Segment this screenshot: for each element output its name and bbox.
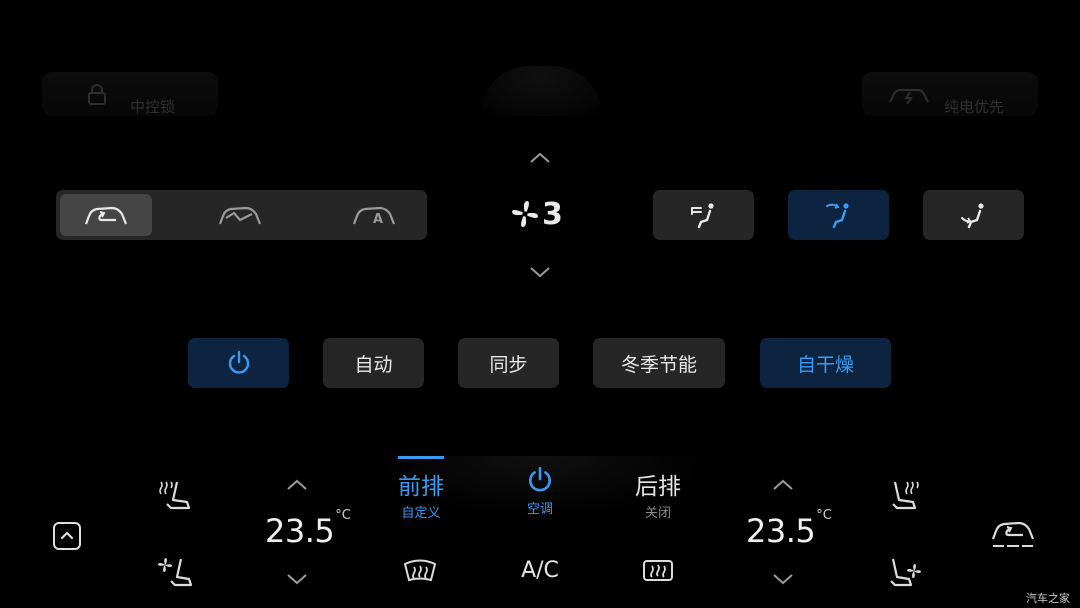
recirculation-icon: [84, 204, 128, 226]
car-preview-shadow: [480, 66, 602, 116]
recirculation-button[interactable]: [60, 194, 152, 236]
chevron-down-icon: [286, 573, 308, 585]
left-temperature-display: 23.5°C: [265, 508, 365, 552]
lock-icon: [86, 84, 108, 106]
tab-air-conditioner-sub: 空调: [526, 502, 553, 517]
fresh-air-icon: [218, 204, 262, 226]
quick-recirculation-button[interactable]: [990, 516, 1036, 550]
right-temp-up-button[interactable]: [768, 474, 798, 496]
left-temperature-value: 23.5: [265, 512, 335, 550]
svg-text:A: A: [373, 212, 383, 226]
seat-ventilation-icon: [157, 555, 193, 589]
front-defrost-icon: [402, 558, 438, 584]
chevron-up-icon: [772, 479, 794, 491]
power-icon: [226, 350, 252, 376]
chevron-down-icon: [772, 573, 794, 585]
ev-car-icon: [888, 84, 930, 106]
rear-defrost-button[interactable]: [638, 556, 678, 586]
front-defrost-button[interactable]: [400, 556, 440, 586]
tab-front-row[interactable]: 前排 自定义: [393, 456, 449, 521]
seat-ventilation-icon: [887, 555, 923, 589]
circulation-mode-selector: A: [56, 190, 427, 240]
ev-priority-label: 纯电优先: [944, 98, 1005, 116]
winter-eco-button[interactable]: 冬季节能: [593, 338, 725, 388]
face-airflow-icon: [689, 200, 719, 230]
right-temperature-value: 23.5: [746, 512, 816, 550]
ev-priority-shortcut: 纯电优先: [862, 72, 1038, 116]
expand-panel-button[interactable]: [52, 521, 82, 551]
left-temperature-unit: °C: [335, 508, 351, 523]
tab-front-row-sub: 自定义: [401, 506, 441, 521]
right-seat-heat-button[interactable]: [885, 476, 925, 514]
tab-rear-row-label: 后排: [635, 474, 681, 500]
feet-airflow-button[interactable]: [923, 190, 1024, 240]
right-temp-down-button[interactable]: [768, 568, 798, 590]
tab-air-conditioner[interactable]: 空调: [515, 466, 565, 518]
auto-circulation-icon: A: [352, 204, 396, 226]
recirculation-icon: [990, 517, 1036, 549]
right-seat-vent-button[interactable]: [885, 553, 925, 591]
fan-speed-display: 3: [510, 196, 570, 232]
left-seat-vent-button[interactable]: [155, 553, 195, 591]
sync-button[interactable]: 同步: [458, 338, 559, 388]
central-lock-shortcut: 中控锁: [42, 72, 218, 116]
seat-heat-icon: [887, 478, 923, 512]
fan-down-button[interactable]: [525, 260, 555, 284]
chevron-up-box-icon: [52, 521, 82, 551]
face-feet-airflow-button[interactable]: [788, 190, 889, 240]
face-airflow-button[interactable]: [653, 190, 754, 240]
right-temperature-display: 23.5°C: [746, 508, 846, 552]
fan-speed-level: 3: [542, 196, 563, 232]
chevron-up-icon: [286, 479, 308, 491]
rear-defrost-icon: [640, 558, 676, 584]
tab-rear-row-sub: 关闭: [644, 506, 671, 521]
face-feet-airflow-icon: [824, 200, 854, 230]
watermark: 汽车之家: [1026, 592, 1070, 605]
chevron-up-icon: [529, 152, 551, 164]
left-temp-up-button[interactable]: [282, 474, 312, 496]
seat-heat-icon: [157, 478, 193, 512]
chevron-down-icon: [529, 266, 551, 278]
tab-front-row-label: 前排: [398, 474, 444, 500]
feet-airflow-icon: [959, 200, 989, 230]
auto-button[interactable]: 自动: [323, 338, 424, 388]
left-seat-heat-button[interactable]: [155, 476, 195, 514]
left-temp-down-button[interactable]: [282, 568, 312, 590]
tab-active-indicator: [398, 456, 444, 459]
tab-rear-row[interactable]: 后排 关闭: [630, 467, 686, 521]
self-dry-button[interactable]: 自干燥: [760, 338, 891, 388]
central-lock-label: 中控锁: [130, 98, 176, 116]
right-temperature-unit: °C: [816, 508, 832, 523]
power-icon: [515, 466, 565, 494]
fan-icon: [510, 199, 540, 229]
fan-up-button[interactable]: [525, 146, 555, 170]
fresh-air-button[interactable]: [194, 194, 286, 236]
auto-circulation-button[interactable]: A: [328, 194, 420, 236]
climate-power-button[interactable]: [188, 338, 289, 388]
ac-compressor-button[interactable]: A/C: [508, 558, 572, 586]
